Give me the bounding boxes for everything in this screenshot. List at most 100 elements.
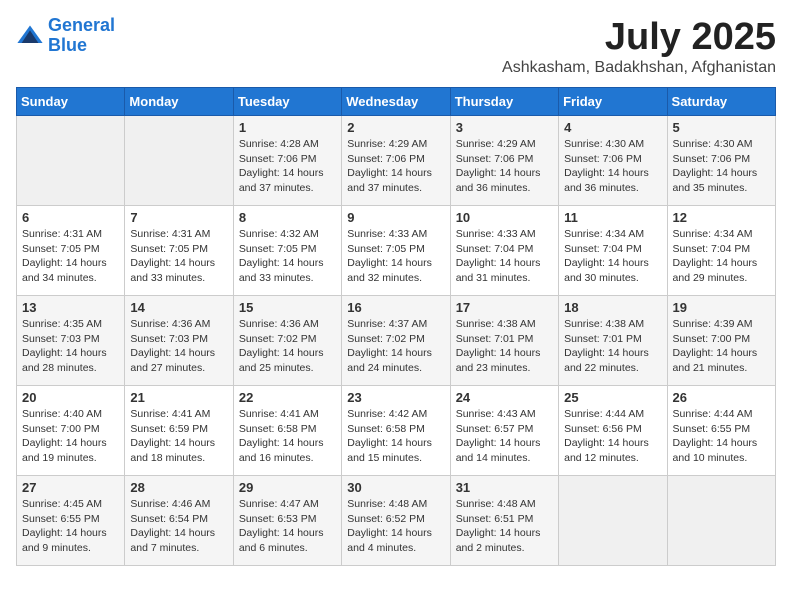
day-detail: Sunrise: 4:45 AMSunset: 6:55 PMDaylight:… <box>22 497 119 556</box>
day-detail: Sunrise: 4:33 AMSunset: 7:05 PMDaylight:… <box>347 227 444 286</box>
day-number: 3 <box>456 120 553 135</box>
day-detail: Sunrise: 4:46 AMSunset: 6:54 PMDaylight:… <box>130 497 227 556</box>
day-number: 11 <box>564 210 661 225</box>
calendar-cell: 26Sunrise: 4:44 AMSunset: 6:55 PMDayligh… <box>667 386 775 476</box>
calendar-cell: 29Sunrise: 4:47 AMSunset: 6:53 PMDayligh… <box>233 476 341 566</box>
logo-blue: Blue <box>48 35 87 55</box>
day-detail: Sunrise: 4:48 AMSunset: 6:51 PMDaylight:… <box>456 497 553 556</box>
day-number: 20 <box>22 390 119 405</box>
logo-general: General <box>48 15 115 35</box>
day-header-sunday: Sunday <box>17 88 125 116</box>
calendar-cell: 23Sunrise: 4:42 AMSunset: 6:58 PMDayligh… <box>342 386 450 476</box>
day-number: 13 <box>22 300 119 315</box>
day-detail: Sunrise: 4:43 AMSunset: 6:57 PMDaylight:… <box>456 407 553 466</box>
calendar-cell: 18Sunrise: 4:38 AMSunset: 7:01 PMDayligh… <box>559 296 667 386</box>
calendar-cell: 10Sunrise: 4:33 AMSunset: 7:04 PMDayligh… <box>450 206 558 296</box>
day-number: 8 <box>239 210 336 225</box>
day-number: 21 <box>130 390 227 405</box>
day-number: 1 <box>239 120 336 135</box>
day-number: 27 <box>22 480 119 495</box>
day-number: 29 <box>239 480 336 495</box>
calendar-cell: 8Sunrise: 4:32 AMSunset: 7:05 PMDaylight… <box>233 206 341 296</box>
day-detail: Sunrise: 4:33 AMSunset: 7:04 PMDaylight:… <box>456 227 553 286</box>
calendar-cell <box>559 476 667 566</box>
day-number: 17 <box>456 300 553 315</box>
day-detail: Sunrise: 4:31 AMSunset: 7:05 PMDaylight:… <box>130 227 227 286</box>
calendar-cell: 4Sunrise: 4:30 AMSunset: 7:06 PMDaylight… <box>559 116 667 206</box>
day-number: 15 <box>239 300 336 315</box>
day-detail: Sunrise: 4:36 AMSunset: 7:03 PMDaylight:… <box>130 317 227 376</box>
day-detail: Sunrise: 4:39 AMSunset: 7:00 PMDaylight:… <box>673 317 770 376</box>
page-header: General Blue July 2025 Ashkasham, Badakh… <box>16 16 776 77</box>
day-detail: Sunrise: 4:38 AMSunset: 7:01 PMDaylight:… <box>456 317 553 376</box>
calendar-table: SundayMondayTuesdayWednesdayThursdayFrid… <box>16 87 776 566</box>
day-number: 22 <box>239 390 336 405</box>
month-year: July 2025 <box>502 16 776 59</box>
calendar-cell: 22Sunrise: 4:41 AMSunset: 6:58 PMDayligh… <box>233 386 341 476</box>
calendar-cell: 6 Sunrise: 4:31 AMSunset: 7:05 PMDaylight… <box>17 206 125 296</box>
calendar-cell: 13 Sunrise: 4:35 AMSunset: 7:03 PMDayligh… <box>17 296 125 386</box>
day-number: 30 <box>347 480 444 495</box>
calendar-cell: 21 Sunrise: 4:41 AMSunset: 6:59 PMDayligh… <box>125 386 233 476</box>
day-header-monday: Monday <box>125 88 233 116</box>
calendar-cell: 14 Sunrise: 4:36 AMSunset: 7:03 PMDayligh… <box>125 296 233 386</box>
logo-icon <box>16 22 44 50</box>
calendar-cell: 25 Sunrise: 4:44 AMSunset: 6:56 PMDayligh… <box>559 386 667 476</box>
calendar-cell: 20 Sunrise: 4:40 AMSunset: 7:00 PMDayligh… <box>17 386 125 476</box>
day-detail: Sunrise: 4:38 AMSunset: 7:01 PMDaylight:… <box>564 317 661 376</box>
day-detail: Sunrise: 4:29 AMSunset: 7:06 PMDaylight:… <box>456 137 553 196</box>
day-number: 24 <box>456 390 553 405</box>
day-number: 6 <box>22 210 119 225</box>
day-detail: Sunrise: 4:28 AMSunset: 7:06 PMDaylight:… <box>239 137 336 196</box>
calendar-cell: 16 Sunrise: 4:37 AMSunset: 7:02 PMDayligh… <box>342 296 450 386</box>
calendar-week-2: 6 Sunrise: 4:31 AMSunset: 7:05 PMDaylight… <box>17 206 776 296</box>
calendar-cell: 1 Sunrise: 4:28 AMSunset: 7:06 PMDaylight… <box>233 116 341 206</box>
day-number: 19 <box>673 300 770 315</box>
day-detail: Sunrise: 4:44 AMSunset: 6:56 PMDaylight:… <box>564 407 661 466</box>
day-number: 5 <box>673 120 770 135</box>
calendar-cell: 9 Sunrise: 4:33 AMSunset: 7:05 PMDaylight… <box>342 206 450 296</box>
day-number: 23 <box>347 390 444 405</box>
day-header-saturday: Saturday <box>667 88 775 116</box>
day-number: 16 <box>347 300 444 315</box>
day-header-thursday: Thursday <box>450 88 558 116</box>
day-number: 31 <box>456 480 553 495</box>
day-detail: Sunrise: 4:35 AMSunset: 7:03 PMDaylight:… <box>22 317 119 376</box>
calendar-cell <box>17 116 125 206</box>
calendar-cell: 17 Sunrise: 4:38 AMSunset: 7:01 PMDayligh… <box>450 296 558 386</box>
day-header-row: SundayMondayTuesdayWednesdayThursdayFrid… <box>17 88 776 116</box>
day-number: 14 <box>130 300 227 315</box>
calendar-cell: 27 Sunrise: 4:45 AMSunset: 6:55 PMDayligh… <box>17 476 125 566</box>
day-number: 7 <box>130 210 227 225</box>
day-number: 25 <box>564 390 661 405</box>
calendar-cell: 7 Sunrise: 4:31 AMSunset: 7:05 PMDaylight… <box>125 206 233 296</box>
location: Ashkasham, Badakhshan, Afghanistan <box>502 59 776 77</box>
day-detail: Sunrise: 4:36 AMSunset: 7:02 PMDaylight:… <box>239 317 336 376</box>
calendar-week-1: 1 Sunrise: 4:28 AMSunset: 7:06 PMDaylight… <box>17 116 776 206</box>
day-detail: Sunrise: 4:41 AMSunset: 6:59 PMDaylight:… <box>130 407 227 466</box>
day-number: 28 <box>130 480 227 495</box>
calendar-cell: 19 Sunrise: 4:39 AMSunset: 7:00 PMDayligh… <box>667 296 775 386</box>
day-detail: Sunrise: 4:31 AMSunset: 7:05 PMDaylight:… <box>22 227 119 286</box>
calendar-cell: 31 Sunrise: 4:48 AMSunset: 6:51 PMDayligh… <box>450 476 558 566</box>
calendar-week-3: 13 Sunrise: 4:35 AMSunset: 7:03 PMDayligh… <box>17 296 776 386</box>
day-number: 9 <box>347 210 444 225</box>
day-detail: Sunrise: 4:29 AMSunset: 7:06 PMDaylight:… <box>347 137 444 196</box>
day-detail: Sunrise: 4:30 AMSunset: 7:06 PMDaylight:… <box>564 137 661 196</box>
day-detail: Sunrise: 4:44 AMSunset: 6:55 PMDaylight:… <box>673 407 770 466</box>
logo: General Blue <box>16 16 115 56</box>
calendar-cell: 24 Sunrise: 4:43 AMSunset: 6:57 PMDayligh… <box>450 386 558 476</box>
day-number: 2 <box>347 120 444 135</box>
calendar-cell <box>667 476 775 566</box>
calendar-cell: 5Sunrise: 4:30 AMSunset: 7:06 PMDaylight… <box>667 116 775 206</box>
logo-text: General Blue <box>48 16 115 56</box>
day-header-friday: Friday <box>559 88 667 116</box>
day-detail: Sunrise: 4:34 AMSunset: 7:04 PMDaylight:… <box>673 227 770 286</box>
calendar-cell: 2 Sunrise: 4:29 AMSunset: 7:06 PMDaylight… <box>342 116 450 206</box>
calendar-cell: 15 Sunrise: 4:36 AMSunset: 7:02 PMDayligh… <box>233 296 341 386</box>
day-detail: Sunrise: 4:40 AMSunset: 7:00 PMDaylight:… <box>22 407 119 466</box>
day-detail: Sunrise: 4:34 AMSunset: 7:04 PMDaylight:… <box>564 227 661 286</box>
calendar-week-5: 27 Sunrise: 4:45 AMSunset: 6:55 PMDayligh… <box>17 476 776 566</box>
title-block: July 2025 Ashkasham, Badakhshan, Afghani… <box>502 16 776 77</box>
day-detail: Sunrise: 4:37 AMSunset: 7:02 PMDaylight:… <box>347 317 444 376</box>
